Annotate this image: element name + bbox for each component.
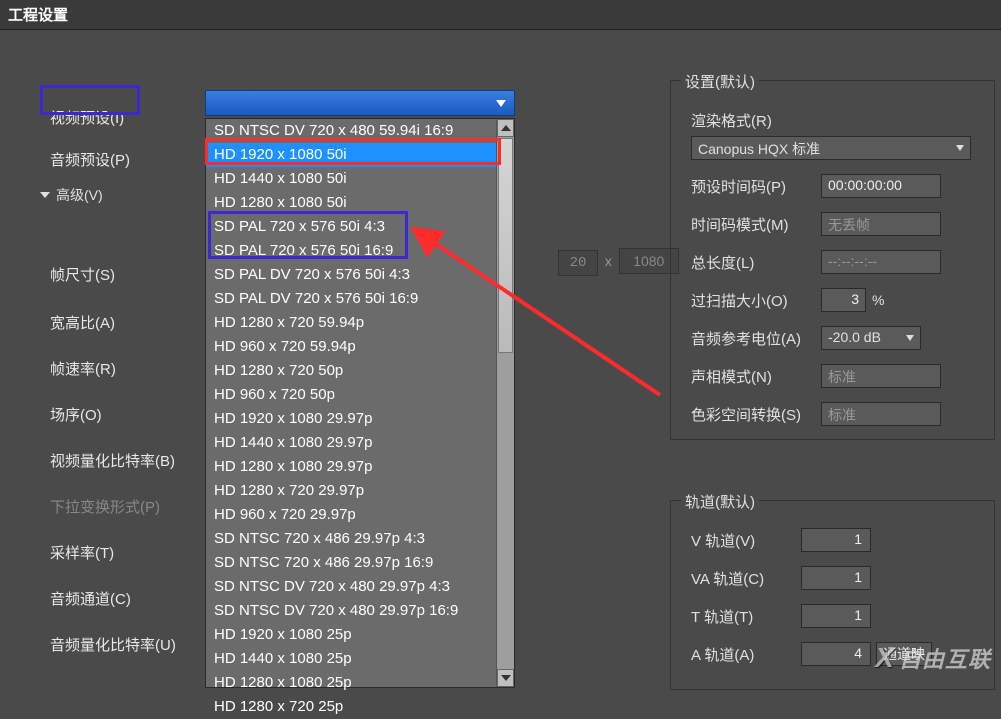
- preset-option[interactable]: HD 1440 x 1080 50i: [206, 167, 496, 191]
- preset-option[interactable]: HD 960 x 720 50p: [206, 383, 496, 407]
- width-input[interactable]: 20: [558, 250, 598, 276]
- va-track-label: VA 轨道(C): [691, 568, 801, 589]
- a-track-input[interactable]: 4: [801, 642, 871, 666]
- frame-size-label[interactable]: 帧尺寸(S): [50, 256, 115, 293]
- overscan-input[interactable]: 3: [821, 288, 866, 312]
- preset-option[interactable]: SD NTSC 720 x 486 29.97p 4:3: [206, 527, 496, 551]
- annotation-highlight-blue-2: [208, 211, 408, 259]
- arrow-up-icon: [501, 125, 511, 131]
- a-track-label: A 轨道(A): [691, 644, 801, 665]
- x-separator: x: [605, 253, 612, 269]
- audio-ref-label: 音频参考电位(A): [691, 328, 821, 349]
- pan-mode-value: 标准: [821, 364, 941, 388]
- overscan-unit: %: [872, 292, 884, 308]
- advanced-toggle[interactable]: 高级(V): [40, 185, 103, 205]
- scroll-down-button[interactable]: [497, 669, 514, 687]
- settings-fieldset: 设置(默认) 渲染格式(R) Canopus HQX 标准 预设时间码(P) 0…: [670, 80, 995, 440]
- t-track-input[interactable]: 1: [801, 604, 871, 628]
- audio-channel-label[interactable]: 音频通道(C): [50, 580, 131, 617]
- preset-option[interactable]: SD NTSC 720 x 486 29.97p 16:9: [206, 551, 496, 575]
- pulldown-label: 下拉变换形式(P): [50, 488, 160, 525]
- dropdown-scrollbar[interactable]: [496, 119, 514, 687]
- window-title: 工程设置: [0, 0, 1001, 30]
- tracks-legend: 轨道(默认): [681, 491, 759, 512]
- watermark: X 自由互联: [875, 642, 991, 674]
- colorspace-label: 色彩空间转换(S): [691, 404, 821, 425]
- preset-option[interactable]: HD 1920 x 1080 29.97p: [206, 407, 496, 431]
- total-length-value: --:--:--:--: [821, 250, 941, 274]
- frame-rate-label[interactable]: 帧速率(R): [50, 350, 116, 387]
- render-format-label: 渲染格式(R): [691, 110, 821, 131]
- field-order-label[interactable]: 场序(O): [50, 396, 102, 433]
- audio-bitrate-label[interactable]: 音频量化比特率(U): [50, 626, 176, 663]
- watermark-text: 自由互联: [899, 642, 991, 674]
- video-bitrate-label[interactable]: 视频量化比特率(B): [50, 442, 175, 479]
- preset-option[interactable]: SD PAL DV 720 x 576 50i 4:3: [206, 263, 496, 287]
- render-format-select[interactable]: Canopus HQX 标准: [691, 136, 971, 160]
- tc-mode-label: 时间码模式(M): [691, 214, 821, 235]
- video-preset-dropdown[interactable]: [205, 90, 515, 116]
- preset-option[interactable]: HD 1280 x 1080 29.97p: [206, 455, 496, 479]
- preset-option[interactable]: SD NTSC DV 720 x 480 29.97p 16:9: [206, 599, 496, 623]
- tc-mode-value: 无丢帧: [821, 212, 941, 236]
- preset-option[interactable]: HD 1280 x 720 50p: [206, 359, 496, 383]
- preset-dropdown-list: SD NTSC DV 720 x 480 59.94i 16:9HD 1920 …: [205, 118, 515, 688]
- audio-ref-select[interactable]: -20.0 dB: [821, 326, 921, 350]
- v-track-label: V 轨道(V): [691, 530, 801, 551]
- pan-mode-label: 声相模式(N): [691, 366, 821, 387]
- preset-option[interactable]: HD 1440 x 1080 29.97p: [206, 431, 496, 455]
- scroll-up-button[interactable]: [497, 119, 514, 137]
- preset-timecode-label: 预设时间码(P): [691, 176, 821, 197]
- v-track-input[interactable]: 1: [801, 528, 871, 552]
- preset-option[interactable]: SD NTSC DV 720 x 480 29.97p 4:3: [206, 575, 496, 599]
- preset-option[interactable]: HD 960 x 720 29.97p: [206, 503, 496, 527]
- t-track-label: T 轨道(T): [691, 606, 801, 627]
- total-length-label: 总长度(L): [691, 252, 821, 273]
- preset-option[interactable]: HD 1440 x 1080 25p: [206, 647, 496, 671]
- arrow-down-icon: [501, 675, 511, 681]
- aspect-ratio-label[interactable]: 宽高比(A): [50, 304, 115, 341]
- colorspace-value: 标准: [821, 402, 941, 426]
- preset-option[interactable]: HD 1280 x 720 59.94p: [206, 311, 496, 335]
- va-track-input[interactable]: 1: [801, 566, 871, 590]
- scroll-thumb[interactable]: [498, 138, 513, 353]
- preset-option[interactable]: HD 1280 x 1080 25p: [206, 671, 496, 695]
- preset-option[interactable]: HD 1280 x 720 25p: [206, 695, 496, 719]
- annotation-highlight-blue: [40, 85, 140, 115]
- preset-timecode-input[interactable]: 00:00:00:00: [821, 174, 941, 198]
- preset-option[interactable]: HD 1280 x 720 29.97p: [206, 479, 496, 503]
- advanced-label: 高级(V): [56, 185, 103, 205]
- overscan-label: 过扫描大小(O): [691, 290, 821, 311]
- audio-preset-label[interactable]: 音频预设(P): [50, 141, 130, 178]
- settings-legend: 设置(默认): [681, 71, 759, 92]
- preset-option[interactable]: HD 960 x 720 59.94p: [206, 335, 496, 359]
- sample-rate-label[interactable]: 采样率(T): [50, 534, 114, 571]
- annotation-highlight-red: [205, 138, 501, 165]
- caret-down-icon: [40, 192, 50, 198]
- preset-option[interactable]: SD PAL DV 720 x 576 50i 16:9: [206, 287, 496, 311]
- preset-option[interactable]: HD 1920 x 1080 25p: [206, 623, 496, 647]
- frame-size-inputs: 20 x 1080: [555, 248, 682, 276]
- watermark-x-icon: X: [875, 642, 895, 674]
